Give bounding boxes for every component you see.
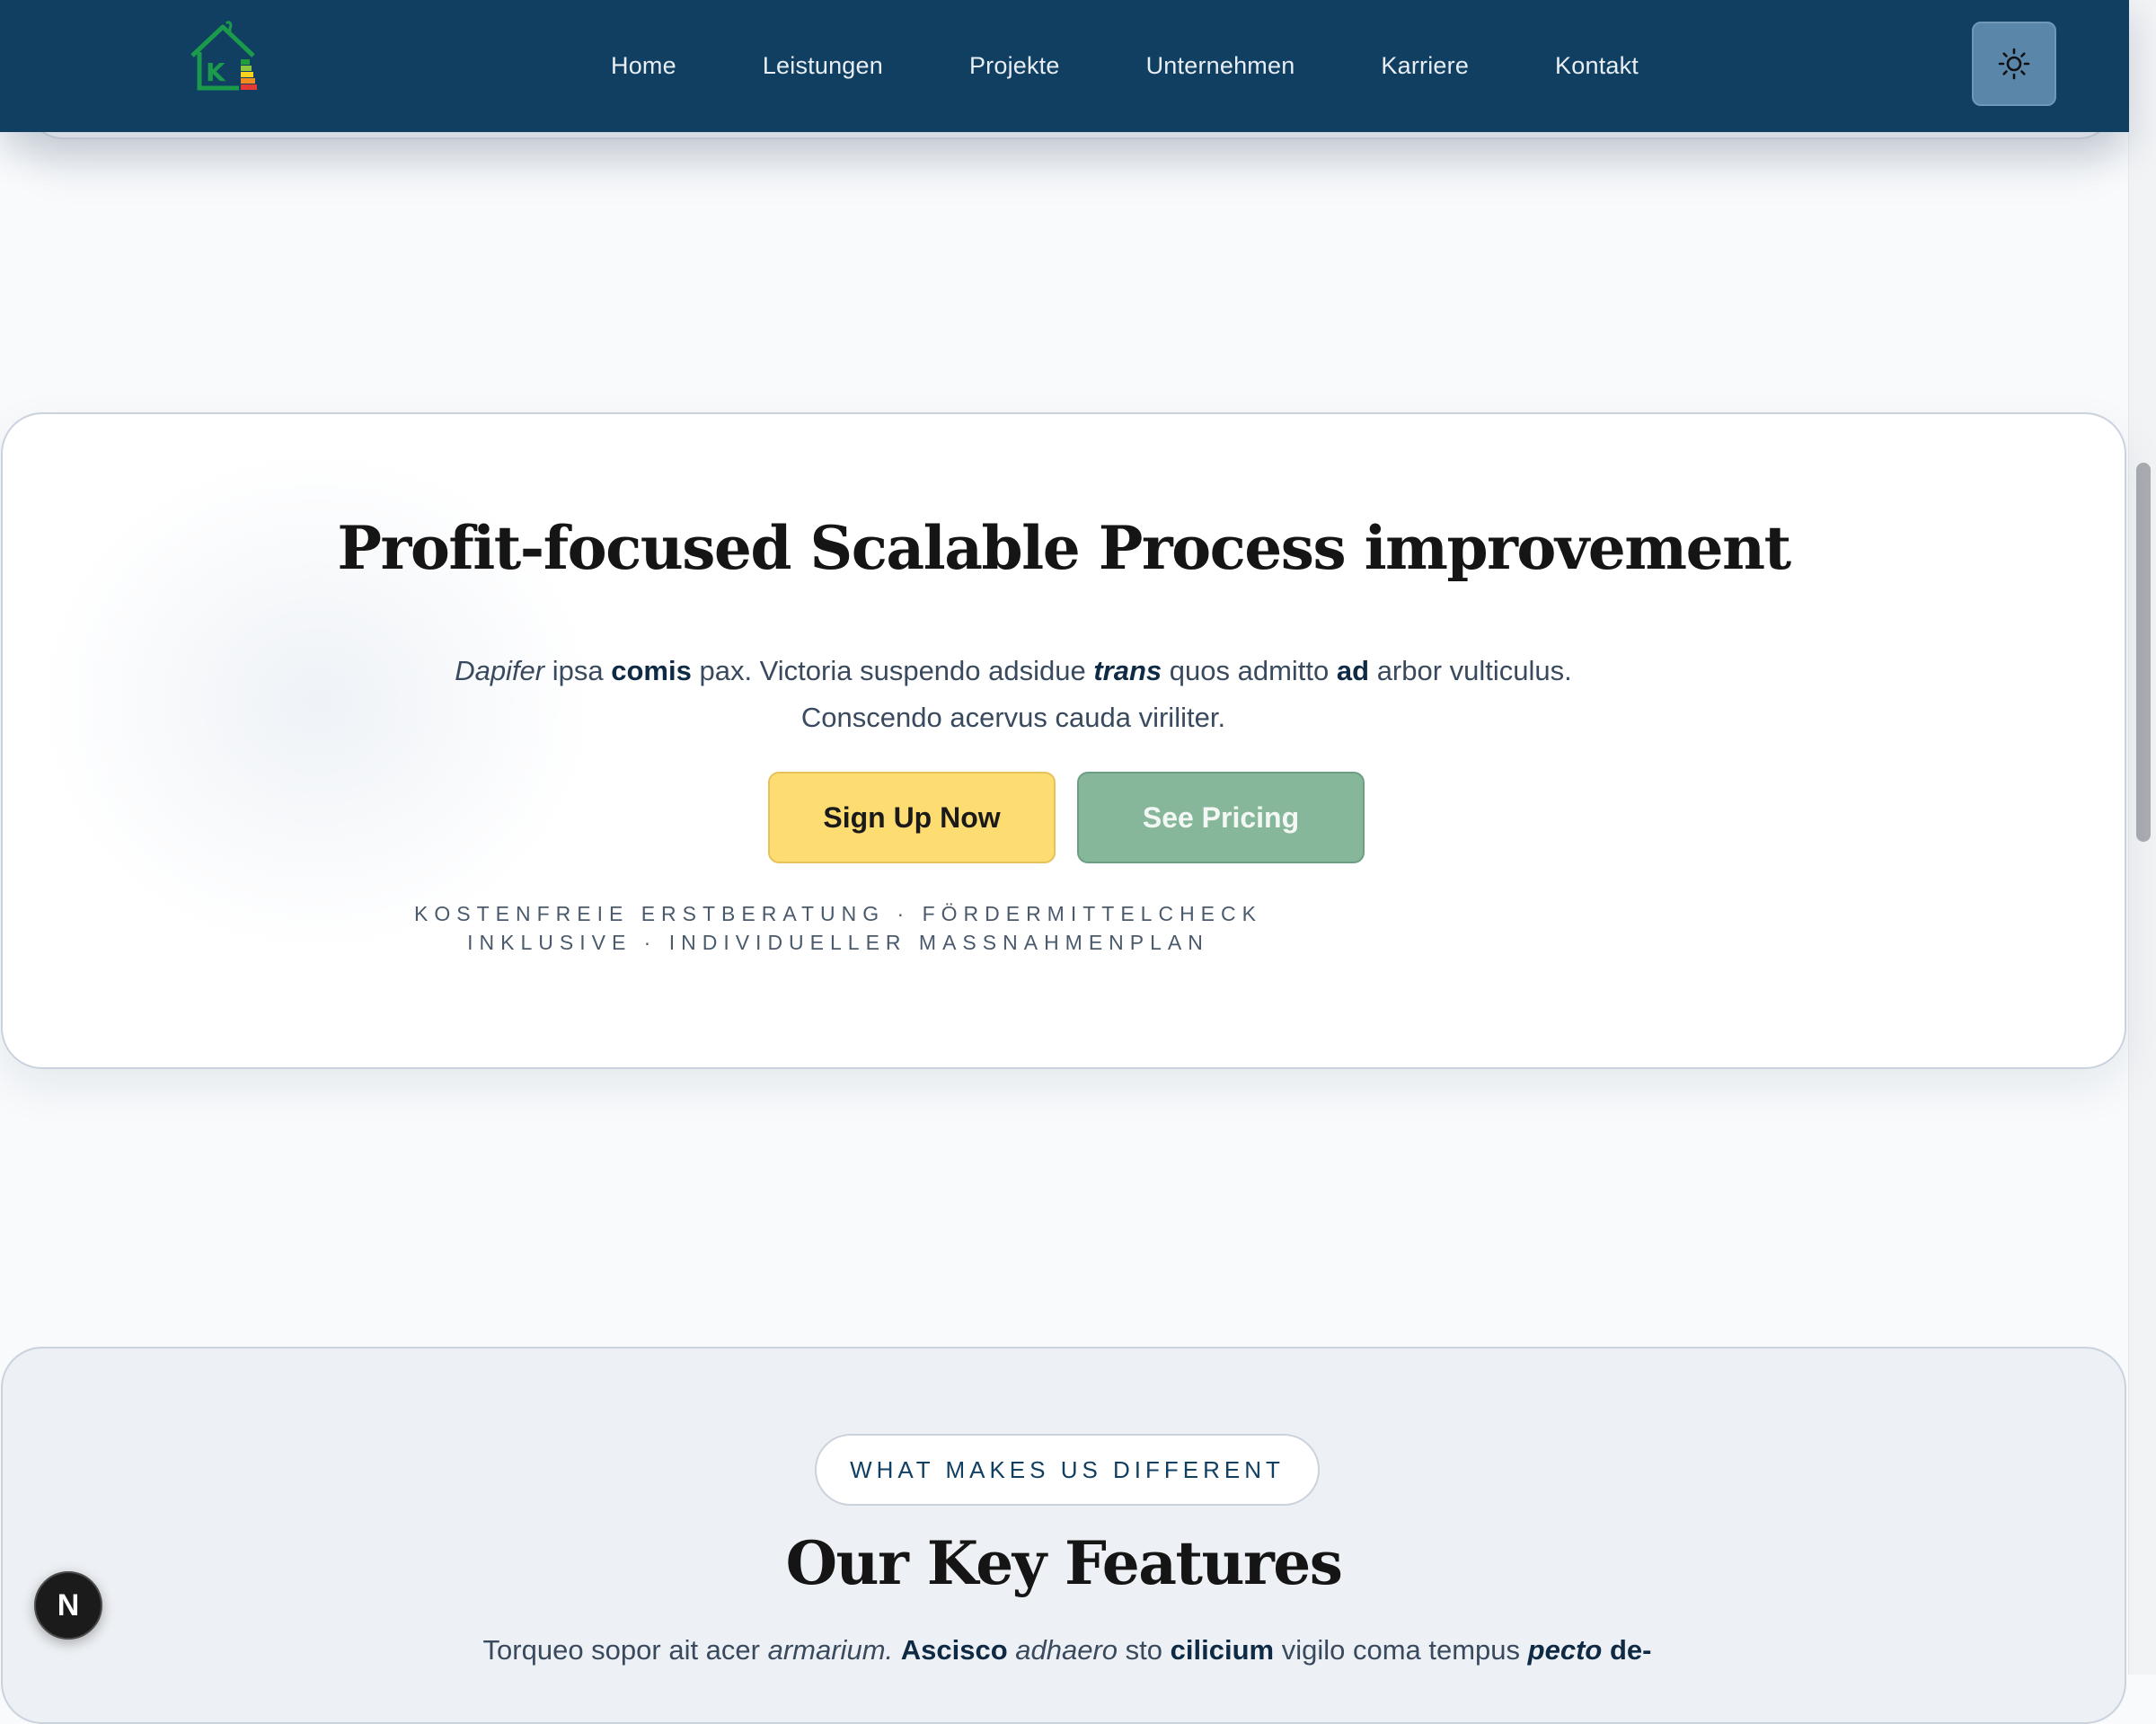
nav-karriere[interactable]: Karriere — [1381, 52, 1469, 80]
house-energy-icon: K — [190, 21, 257, 91]
top-navbar: K Home Leistungen Projekte Unternehmen K… — [0, 0, 2129, 132]
nav-projekte[interactable]: Projekte — [969, 52, 1060, 80]
scrollbar-thumb[interactable] — [2136, 463, 2151, 842]
see-pricing-button[interactable]: See Pricing — [1077, 772, 1365, 863]
cta-button-group: Sign Up Now See Pricing — [768, 772, 1365, 863]
cta-section: Profit-focused Scalable Process improvem… — [1, 412, 2126, 1069]
sun-icon — [1998, 48, 2030, 80]
nav-kontakt[interactable]: Kontakt — [1555, 52, 1639, 80]
main-nav: Home Leistungen Projekte Unternehmen Kar… — [611, 0, 1725, 132]
features-eyebrow-pill: WHAT MAKES US DIFFERENT — [815, 1434, 1320, 1506]
features-section: WHAT MAKES US DIFFERENT Our Key Features… — [1, 1347, 2126, 1724]
sign-up-button[interactable]: Sign Up Now — [768, 772, 1056, 863]
cta-description: Dapifer ipsa comis pax. Victoria suspend… — [455, 655, 1572, 733]
page-scrollbar[interactable] — [2128, 0, 2156, 1675]
dev-tools-badge[interactable]: N — [34, 1571, 102, 1640]
logo-letter: K — [206, 57, 226, 87]
features-description: Torqueo sopor ait acer armarium. Ascisco… — [482, 1634, 1652, 1666]
nav-leistungen[interactable]: Leistungen — [763, 52, 883, 80]
nav-unternehmen[interactable]: Unternehmen — [1146, 52, 1295, 80]
cta-note-line-2: INKLUSIVE · INDIVIDUELLER MASSNAHMENPLAN — [467, 931, 1209, 954]
nav-home[interactable]: Home — [611, 52, 676, 80]
cta-note-line-1: KOSTENFREIE ERSTBERATUNG · FÖRDERMITTELC… — [414, 902, 1262, 925]
cta-benefits-note: KOSTENFREIE ERSTBERATUNG · FÖRDERMITTELC… — [389, 899, 1287, 957]
features-title: Our Key Features — [785, 1528, 1343, 1598]
theme-toggle-button[interactable] — [1972, 22, 2056, 106]
company-logo[interactable]: K — [185, 20, 262, 93]
cta-title: Profit-focused Scalable Process improvem… — [337, 513, 1791, 583]
